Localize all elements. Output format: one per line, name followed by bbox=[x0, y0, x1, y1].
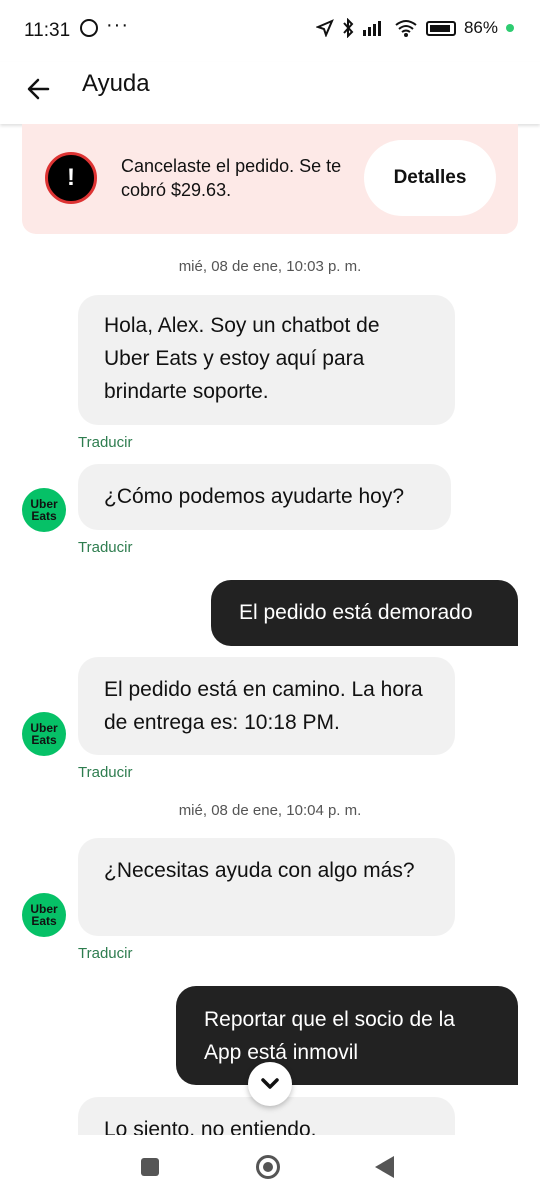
uber-eats-avatar: Uber Eats bbox=[22, 712, 66, 756]
chevron-down-icon bbox=[261, 1078, 279, 1089]
uber-eats-avatar: Uber Eats bbox=[22, 893, 66, 937]
app-header: Ayuda bbox=[0, 62, 540, 124]
timestamp: mié, 08 de ene, 10:04 p. m. bbox=[178, 802, 362, 819]
back-button[interactable] bbox=[375, 1156, 394, 1178]
scroll-to-bottom-button[interactable] bbox=[248, 1062, 292, 1106]
translate-link[interactable]: Traducir bbox=[78, 434, 132, 451]
status-indicators: 86% bbox=[315, 18, 514, 38]
order-status-banner: ! Cancelaste el pedido. Se te cobró $29.… bbox=[22, 124, 518, 234]
charging-dot-icon bbox=[506, 24, 514, 32]
user-message: Reportar que el socio de la App está inm… bbox=[176, 986, 518, 1085]
battery-icon bbox=[425, 20, 456, 36]
bot-message: Hola, Alex. Soy un chatbot de Uber Eats … bbox=[78, 295, 455, 425]
translate-link[interactable]: Traducir bbox=[78, 945, 132, 962]
banner-message: Cancelaste el pedido. Se te cobró $29.63… bbox=[121, 156, 342, 200]
bot-message: ¿Necesitas ayuda con algo más? bbox=[78, 838, 455, 936]
battery-level: 86% bbox=[463, 18, 498, 37]
user-message: El pedido está demorado bbox=[211, 580, 518, 646]
uber-eats-avatar: Uber Eats bbox=[22, 488, 66, 532]
bluetooth-icon bbox=[343, 18, 354, 38]
whatsapp-icon bbox=[80, 19, 98, 37]
back-arrow-icon[interactable] bbox=[22, 72, 56, 106]
translate-link[interactable]: Traducir bbox=[78, 764, 132, 781]
bot-message: ¿Cómo podemos ayudarte hoy? bbox=[78, 464, 451, 530]
details-button[interactable]: Detalles bbox=[364, 140, 496, 216]
recents-button[interactable] bbox=[141, 1158, 159, 1176]
translate-link[interactable]: Traducir bbox=[78, 539, 132, 556]
status-time: 11:31 bbox=[24, 20, 71, 41]
more-notifications-icon: ··· bbox=[106, 14, 129, 36]
location-icon bbox=[315, 19, 334, 37]
bot-message: El pedido está en camino. La hora de ent… bbox=[78, 657, 455, 755]
wifi-icon bbox=[395, 20, 417, 37]
home-button[interactable] bbox=[256, 1155, 280, 1179]
alert-icon: ! bbox=[45, 152, 97, 204]
timestamp: mié, 08 de ene, 10:03 p. m. bbox=[178, 258, 362, 275]
system-nav-bar bbox=[0, 1135, 540, 1200]
signal-icon bbox=[362, 21, 381, 36]
page-title: Ayuda bbox=[82, 70, 150, 97]
status-bar: 11:31 ··· 86% bbox=[0, 0, 540, 62]
